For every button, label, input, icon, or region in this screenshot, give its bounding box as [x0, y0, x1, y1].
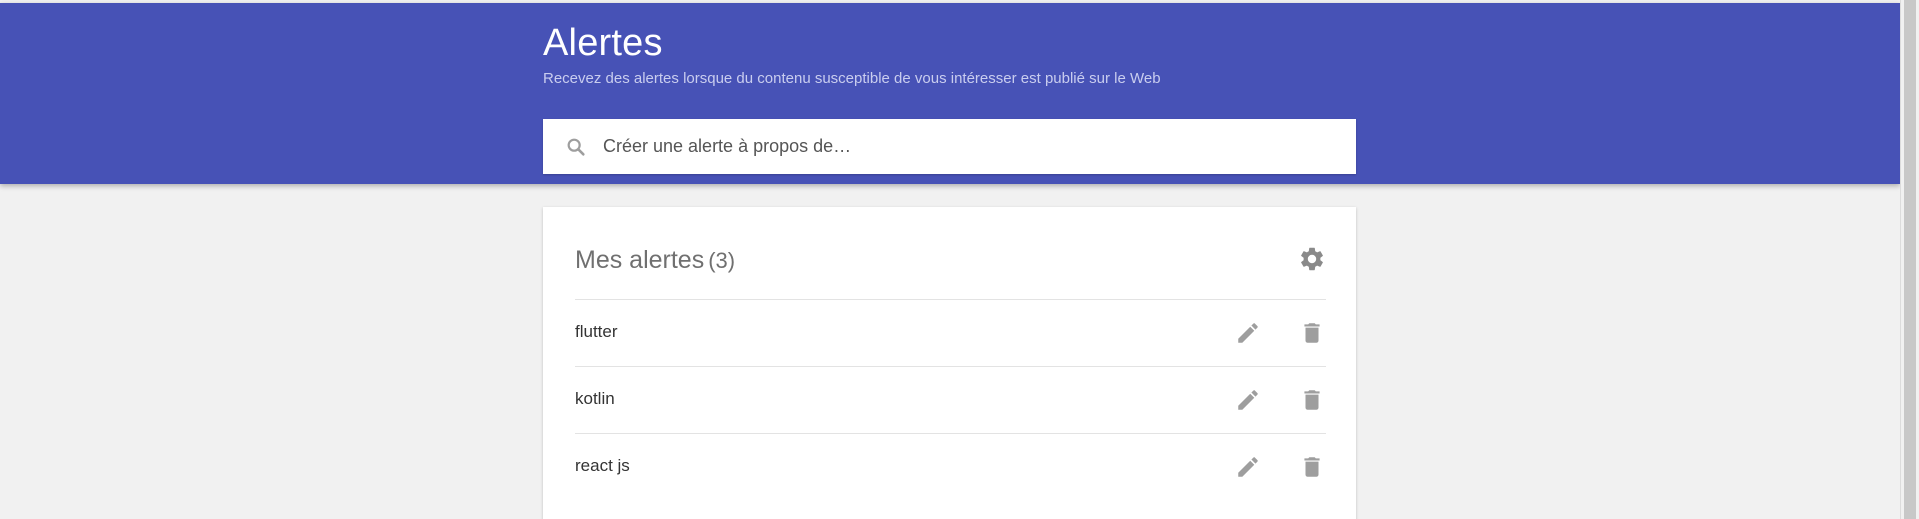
pencil-icon[interactable] [1235, 387, 1261, 413]
alerts-card: Mes alertes (3) flutter kotlin react js [543, 207, 1356, 519]
alerts-list: flutter kotlin react js [575, 299, 1326, 500]
search-input[interactable] [593, 119, 1333, 174]
alert-label[interactable]: flutter [575, 320, 618, 344]
vertical-scrollbar[interactable] [1900, 0, 1919, 519]
alert-label[interactable]: react js [575, 454, 630, 478]
trash-icon[interactable] [1299, 387, 1325, 413]
alert-row-react-js[interactable]: react js [575, 433, 1326, 500]
pencil-icon[interactable] [1235, 454, 1261, 480]
trash-icon[interactable] [1299, 454, 1325, 480]
alert-row-flutter[interactable]: flutter [575, 299, 1326, 366]
trash-icon[interactable] [1299, 320, 1325, 346]
pencil-icon[interactable] [1235, 320, 1261, 346]
page-title: Alertes [543, 22, 663, 64]
alerts-title-text: Mes alertes [575, 246, 705, 274]
alert-label[interactable]: kotlin [575, 387, 615, 411]
search-box[interactable] [543, 119, 1356, 174]
header-banner: Alertes Recevez des alertes lorsque du c… [0, 3, 1900, 184]
gear-icon[interactable] [1298, 245, 1326, 273]
alerts-count: (3) [708, 248, 736, 273]
alert-row-kotlin[interactable]: kotlin [575, 366, 1326, 433]
page: Alertes Recevez des alertes lorsque du c… [0, 0, 1919, 519]
scrollbar-thumb[interactable] [1904, 0, 1916, 519]
alerts-card-title: Mes alertes (3) [575, 245, 735, 276]
page-subtitle: Recevez des alertes lorsque du contenu s… [543, 70, 1161, 87]
search-icon [565, 136, 587, 158]
